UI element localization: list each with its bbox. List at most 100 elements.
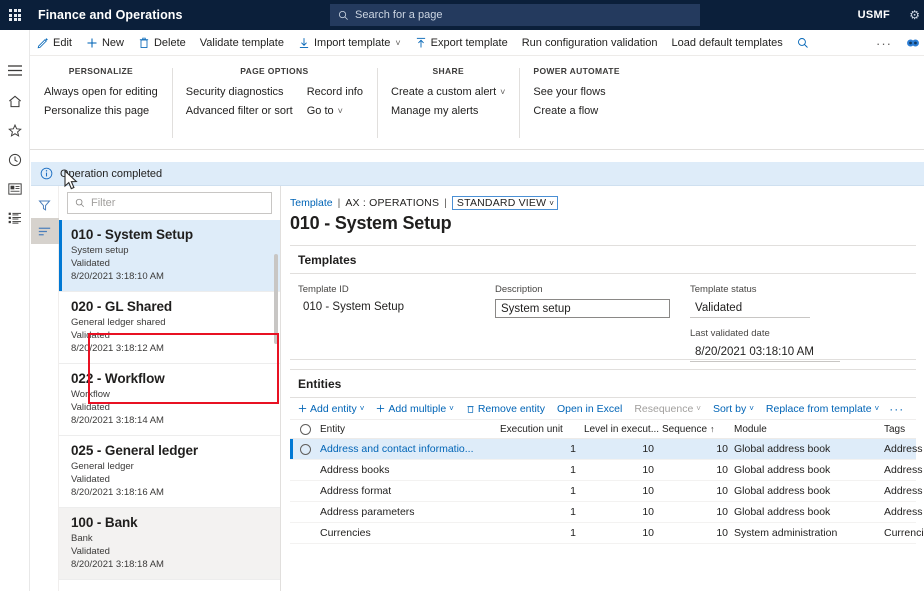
options-group-personalize: PERSONALIZE Always open for editing Pers… bbox=[30, 66, 172, 140]
add-entity-button[interactable]: Add entity ˅ bbox=[292, 398, 370, 420]
workspaces-icon[interactable] bbox=[0, 174, 30, 203]
grid-toolbar-overflow-button[interactable]: ··· bbox=[885, 402, 908, 416]
list-item[interactable]: 100 - Bank Bank Validated 8/20/2021 3:18… bbox=[59, 508, 280, 580]
entities-grid: Entity Execution unit Level in execut...… bbox=[290, 420, 924, 544]
breadcrumb-template-link[interactable]: Template bbox=[290, 197, 333, 209]
chevron-down-icon: ˅ bbox=[549, 198, 555, 208]
create-custom-alert-link[interactable]: Create a custom alert ˅ bbox=[391, 85, 505, 99]
column-header-tags[interactable]: Tags bbox=[884, 424, 924, 435]
select-all-cell[interactable] bbox=[290, 423, 320, 435]
global-search-input[interactable]: Search for a page bbox=[330, 4, 700, 26]
list-item[interactable]: 025 - General ledger General ledger Vali… bbox=[59, 436, 280, 508]
cell-module: Global address book bbox=[734, 464, 831, 476]
cell-sequence: 10 bbox=[716, 527, 728, 539]
chevron-down-icon: ˅ bbox=[449, 404, 454, 413]
list-item[interactable]: 022 - Workflow Workflow Validated 8/20/2… bbox=[59, 364, 280, 436]
cell-level: 10 bbox=[642, 464, 654, 476]
validate-template-button[interactable]: Validate template bbox=[193, 30, 291, 56]
options-panel: PERSONALIZE Always open for editing Pers… bbox=[30, 56, 924, 150]
column-header-sequence[interactable]: Sequence ↑ bbox=[662, 424, 734, 435]
table-row[interactable]: Currencies 1 10 10 System administration… bbox=[290, 523, 924, 544]
column-header-execution-unit[interactable]: Execution unit bbox=[500, 424, 584, 435]
breadcrumb: Template | AX : OPERATIONS | STANDARD VI… bbox=[282, 186, 924, 210]
list-item-subtitle: General ledger shared bbox=[71, 317, 166, 328]
list-item-date: 8/20/2021 3:18:10 AM bbox=[71, 271, 164, 282]
cell-entity[interactable]: Address and contact informatio... bbox=[320, 443, 500, 455]
import-template-button[interactable]: Import template ˅ bbox=[291, 30, 408, 56]
security-diagnostics-link[interactable]: Security diagnostics bbox=[186, 85, 293, 99]
run-configuration-validation-label: Run configuration validation bbox=[521, 36, 658, 49]
chevron-down-icon: ˅ bbox=[874, 404, 880, 413]
manage-my-alerts-link[interactable]: Manage my alerts bbox=[391, 104, 505, 118]
filter-funnel-icon[interactable] bbox=[31, 192, 59, 218]
cell-entity: Address format bbox=[320, 485, 392, 497]
delete-button[interactable]: Delete bbox=[131, 30, 193, 56]
validate-template-label: Validate template bbox=[199, 36, 284, 49]
plus-icon bbox=[87, 38, 97, 47]
favorites-star-icon[interactable] bbox=[0, 116, 30, 145]
row-select-cell[interactable] bbox=[290, 443, 320, 455]
list-item[interactable]: 020 - GL Shared General ledger shared Va… bbox=[59, 292, 280, 364]
toolbar-overflow-button[interactable]: ··· bbox=[872, 36, 896, 51]
new-button[interactable]: New bbox=[79, 30, 131, 56]
open-in-excel-button[interactable]: Open in Excel bbox=[551, 398, 628, 420]
load-default-templates-button[interactable]: Load default templates bbox=[664, 30, 789, 56]
table-row[interactable]: Address format 1 10 10 Global address bo… bbox=[290, 481, 924, 502]
record-info-link[interactable]: Record info bbox=[307, 85, 363, 99]
table-row[interactable]: Address parameters 1 10 10 Global addres… bbox=[290, 502, 924, 523]
list-item-subtitle: System setup bbox=[71, 245, 129, 256]
plus-icon bbox=[298, 404, 307, 413]
cell-sequence: 10 bbox=[716, 506, 728, 518]
new-button-label: New bbox=[101, 36, 124, 49]
add-multiple-button[interactable]: Add multiple ˅ bbox=[370, 398, 459, 420]
entities-fasttab-header[interactable]: Entities bbox=[290, 370, 916, 398]
list-item[interactable]: 010 - System Setup System setup Validate… bbox=[59, 220, 280, 292]
template-list: 010 - System Setup System setup Validate… bbox=[59, 220, 280, 591]
sort-lines-icon[interactable] bbox=[30, 218, 59, 244]
app-launcher-icon[interactable] bbox=[0, 0, 30, 30]
advanced-filter-or-sort-link[interactable]: Advanced filter or sort bbox=[186, 104, 293, 118]
list-scrollbar[interactable] bbox=[274, 254, 278, 344]
left-navigation-rail bbox=[0, 30, 30, 591]
view-icon[interactable] bbox=[906, 38, 920, 48]
column-header-level[interactable]: Level in execut... bbox=[584, 424, 662, 435]
table-row[interactable]: Address and contact informatio... 1 10 1… bbox=[290, 439, 924, 460]
chevron-down-icon: ˅ bbox=[337, 106, 343, 116]
description-input[interactable]: System setup bbox=[495, 299, 670, 318]
entities-grid-toolbar: Add entity ˅ Add multiple ˅ Remove entit… bbox=[290, 398, 916, 420]
filter-input[interactable]: Filter bbox=[67, 192, 272, 214]
template-status-value[interactable]: Validated bbox=[690, 299, 810, 318]
toolbar-search-button[interactable] bbox=[790, 30, 816, 56]
cell-level: 10 bbox=[642, 527, 654, 539]
main-content: Template | AX : OPERATIONS | STANDARD VI… bbox=[282, 186, 924, 591]
last-validated-date-value[interactable]: 8/20/2021 03:18:10 AM bbox=[690, 343, 840, 362]
personalize-this-page-link[interactable]: Personalize this page bbox=[44, 104, 158, 118]
column-header-module[interactable]: Module bbox=[734, 424, 884, 435]
export-template-button[interactable]: Export template bbox=[408, 30, 515, 56]
run-configuration-validation-button[interactable]: Run configuration validation bbox=[515, 30, 665, 56]
go-to-link[interactable]: Go to ˅ bbox=[307, 104, 363, 118]
add-multiple-label: Add multiple bbox=[388, 402, 447, 415]
replace-from-template-button[interactable]: Replace from template ˅ bbox=[760, 398, 885, 420]
see-your-flows-link[interactable]: See your flows bbox=[533, 85, 605, 99]
always-open-for-editing-link[interactable]: Always open for editing bbox=[44, 85, 158, 99]
recent-clock-icon[interactable] bbox=[0, 145, 30, 174]
list-item-subtitle: General ledger bbox=[71, 461, 134, 472]
home-icon[interactable] bbox=[0, 87, 30, 116]
modules-list-icon[interactable] bbox=[0, 203, 30, 232]
settings-gear-icon[interactable]: ⚙ bbox=[909, 0, 920, 30]
remove-entity-button[interactable]: Remove entity bbox=[460, 398, 551, 420]
top-navigation-bar: Finance and Operations Search for a page… bbox=[0, 0, 924, 30]
create-a-flow-link[interactable]: Create a flow bbox=[533, 104, 605, 118]
view-selector[interactable]: STANDARD VIEW ˅ bbox=[451, 196, 559, 210]
column-header-entity[interactable]: Entity bbox=[320, 424, 500, 435]
cell-tags: Address setu bbox=[884, 443, 924, 455]
table-row[interactable]: Address books 1 10 10 Global address boo… bbox=[290, 460, 924, 481]
hamburger-menu-icon[interactable] bbox=[0, 56, 30, 85]
edit-button[interactable]: Edit bbox=[30, 30, 79, 56]
options-group-title: SHARE bbox=[432, 66, 464, 76]
company-indicator[interactable]: USMF bbox=[858, 0, 890, 30]
templates-fasttab-header[interactable]: Templates bbox=[290, 246, 916, 274]
sort-by-button[interactable]: Sort by ˅ bbox=[707, 398, 760, 420]
template-id-value: 010 - System Setup bbox=[303, 301, 404, 313]
